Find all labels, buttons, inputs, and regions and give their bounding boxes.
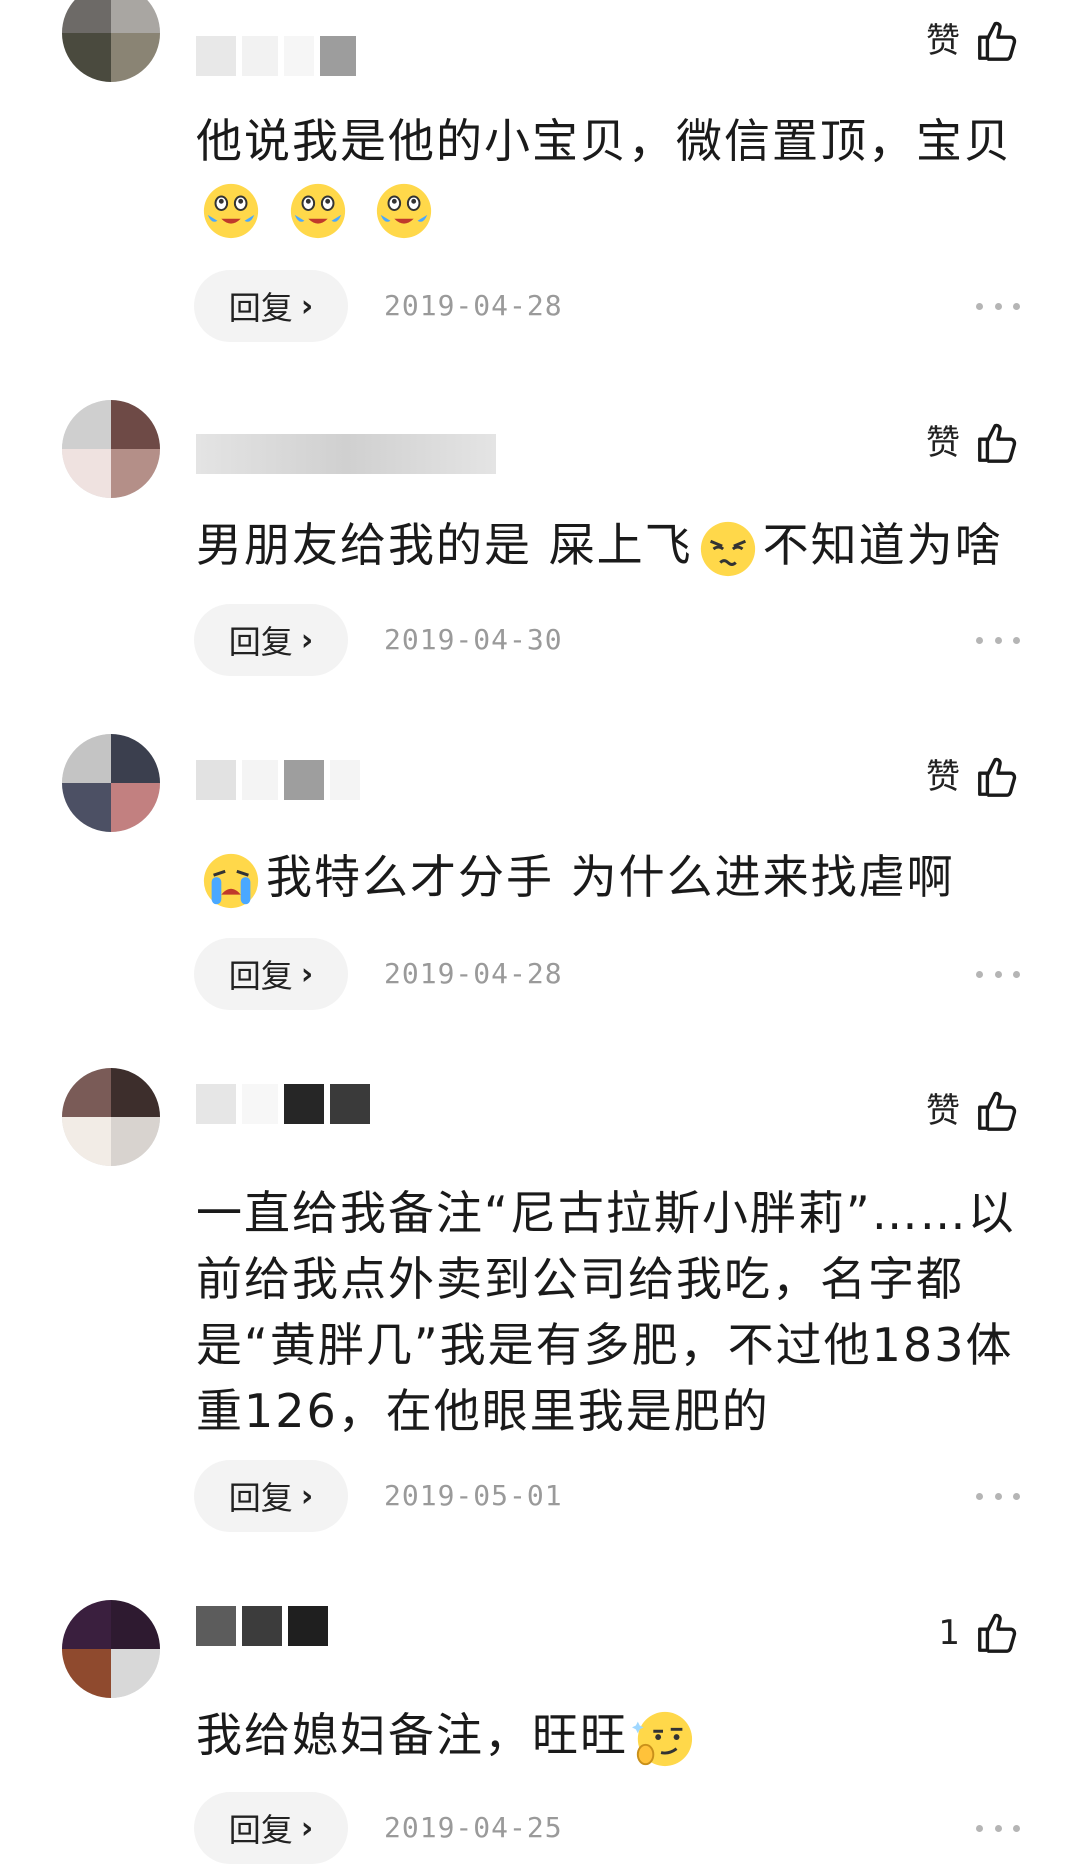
reply-label: 回复 (228, 1811, 293, 1849)
comment-date: 2019-05-01 (384, 1479, 563, 1512)
comment-date: 2019-04-25 (384, 1811, 563, 1844)
thumbs-up-icon (978, 757, 1017, 797)
comment-text: 一直给我备注“尼古拉斯小胖莉”……以前给我点外卖到公司给我吃，名字都是“黄胖几”… (196, 1186, 1016, 1438)
crying-laughing-emoji-icon (377, 183, 432, 238)
avatar[interactable] (62, 400, 160, 498)
comment-date: 2019-04-28 (384, 957, 563, 990)
reply-button[interactable]: 回复 › (194, 1792, 348, 1864)
reply-label: 回复 (228, 957, 293, 995)
reply-button[interactable]: 回复 › (194, 270, 348, 342)
reply-button[interactable]: 回复 › (194, 604, 348, 676)
crying-laughing-emoji-icon (290, 183, 345, 238)
reply-label: 回复 (228, 289, 293, 327)
loud-crying-face-emoji-icon (203, 853, 259, 908)
like-count: 1 (938, 1613, 960, 1653)
more-options-icon[interactable] (976, 1792, 1020, 1864)
like-button[interactable]: 赞 (926, 18, 1020, 64)
thumbs-up-icon (978, 1091, 1017, 1131)
more-options-icon[interactable] (976, 938, 1020, 1010)
comment-text: 男朋友给我的是 屎上飞 不知道为啥 (196, 512, 1036, 580)
thinking-smirk-face-emoji-icon (632, 1711, 693, 1766)
avatar[interactable] (62, 1068, 160, 1166)
like-label: 赞 (926, 1091, 960, 1131)
username-blurred[interactable] (196, 434, 496, 474)
comment-text-before: 男朋友给我的是 屎上飞 (196, 518, 693, 572)
reply-label: 回复 (228, 1479, 293, 1517)
reply-label: 回复 (228, 623, 293, 661)
thumbs-up-icon (978, 1613, 1017, 1653)
chevron-right-icon: › (300, 288, 314, 324)
annoyed-face-emoji-icon (700, 521, 755, 576)
username-blurred[interactable] (196, 760, 360, 800)
comment-text: 我特么才分手 为什么进来找虐啊 (196, 844, 1036, 912)
more-options-icon[interactable] (976, 604, 1020, 676)
comment-text-content: 我给媳妇备注，旺旺 (196, 1708, 628, 1762)
username-blurred[interactable] (196, 1606, 328, 1646)
thumbs-up-icon (978, 21, 1017, 61)
like-button[interactable]: 1 (938, 1610, 1020, 1656)
chevron-right-icon: › (300, 1478, 314, 1514)
like-label: 赞 (926, 757, 960, 797)
reply-button[interactable]: 回复 › (194, 1460, 348, 1532)
avatar[interactable] (62, 1600, 160, 1698)
reply-button[interactable]: 回复 › (194, 938, 348, 1010)
chevron-right-icon: › (300, 1810, 314, 1846)
comment-date: 2019-04-30 (384, 623, 563, 656)
like-button[interactable]: 赞 (926, 1088, 1020, 1134)
comment-text: 他说我是他的小宝贝，微信置顶，宝贝 (196, 108, 1036, 242)
like-label: 赞 (926, 423, 960, 463)
chevron-right-icon: › (300, 956, 314, 992)
more-options-icon[interactable] (976, 270, 1020, 342)
username-blurred[interactable] (196, 36, 356, 76)
comment-text: 我给媳妇备注，旺旺 (196, 1702, 1036, 1770)
avatar[interactable] (62, 734, 160, 832)
comment-text-content: 我特么才分手 为什么进来找虐啊 (266, 850, 955, 904)
like-label: 赞 (926, 21, 960, 61)
username-blurred[interactable] (196, 1084, 370, 1124)
comment-date: 2019-04-28 (384, 289, 563, 322)
comment-text-after: 不知道为啥 (762, 518, 1003, 572)
chevron-right-icon: › (300, 622, 314, 658)
comment-text-content: 他说我是他的小宝贝，微信置顶，宝贝 (196, 114, 1012, 168)
crying-laughing-emoji-icon (203, 183, 259, 238)
like-button[interactable]: 赞 (926, 754, 1020, 800)
more-options-icon[interactable] (976, 1460, 1020, 1532)
like-button[interactable]: 赞 (926, 420, 1020, 466)
thumbs-up-icon (978, 423, 1017, 463)
avatar[interactable] (62, 0, 160, 82)
